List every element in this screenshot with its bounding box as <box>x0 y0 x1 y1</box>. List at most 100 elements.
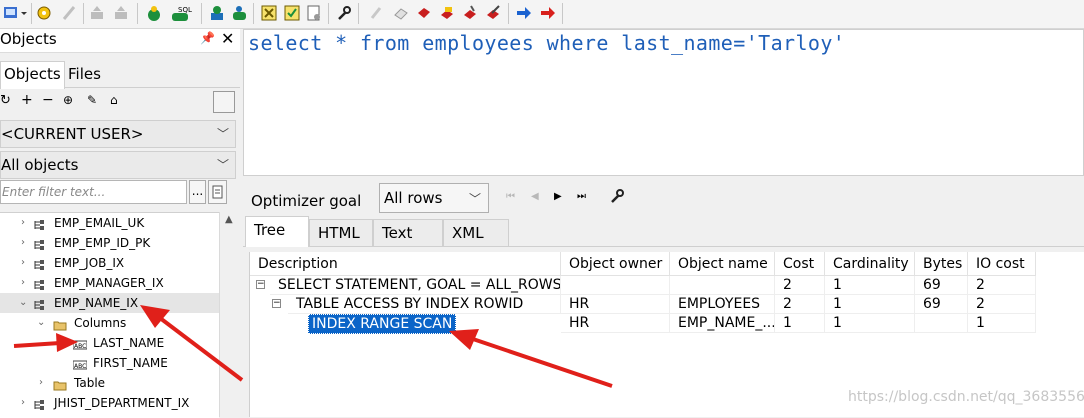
main-toolbar: SQL <box>0 0 1084 29</box>
break-icon <box>60 4 78 22</box>
row-description: INDEX RANGE SCAN <box>308 314 457 334</box>
tab-text[interactable]: Text <box>373 219 443 246</box>
tree-scrollbar[interactable]: ▲ <box>219 212 241 417</box>
arrow-right-blue-icon[interactable] <box>515 4 533 22</box>
expand-arrow-icon[interactable]: › <box>21 393 31 413</box>
pin-icon[interactable]: 📌 <box>200 31 215 45</box>
sql-token: last_name= <box>608 31 746 55</box>
refresh-icon[interactable]: ↻ <box>0 93 11 108</box>
tools-icon[interactable] <box>260 4 278 22</box>
collapse-box-icon[interactable]: − <box>272 299 281 308</box>
row-io-cost: 2 <box>968 295 1036 314</box>
collapse-box-icon[interactable]: − <box>256 280 265 289</box>
remove-icon[interactable]: − <box>42 92 54 108</box>
objects-combo[interactable]: All objects ﹀ <box>0 151 236 179</box>
tree-item[interactable]: ABC FIRST_NAME <box>0 353 219 373</box>
collapse-arrow-icon[interactable]: ⌄ <box>37 313 47 333</box>
objects-tabstrip: Objects Files <box>0 59 240 89</box>
row-bytes: 69 <box>915 295 968 314</box>
yellow-book-icon[interactable] <box>438 4 456 22</box>
pin-book-icon[interactable] <box>461 4 479 22</box>
new-window-icon[interactable] <box>145 4 163 22</box>
find-binoculars-icon[interactable]: ⊕ <box>63 93 73 107</box>
tab-html[interactable]: HTML <box>309 219 373 246</box>
row-cost: 2 <box>775 276 825 295</box>
tree-item[interactable]: › EMP_EMP_ID_PK <box>0 233 219 253</box>
document-icon[interactable] <box>305 4 323 22</box>
column-header-cardinality[interactable]: Cardinality <box>825 252 915 276</box>
ellipsis-button[interactable]: ... <box>189 180 206 204</box>
tree-item-label: JHIST_DEPARTMENT_IX <box>54 396 190 410</box>
tree-item[interactable]: › EMP_EMAIL_UK <box>0 213 219 233</box>
tree-item[interactable]: › EMP_JOB_IX <box>0 253 219 273</box>
arrow-right-red-icon[interactable] <box>539 4 557 22</box>
row-object-name <box>670 276 775 295</box>
chevron-down-icon: ﹀ <box>216 127 229 141</box>
column-header-object-owner[interactable]: Object owner <box>561 252 670 276</box>
index-icon <box>33 217 47 230</box>
filter-icon[interactable]: ⌂ <box>110 93 118 107</box>
tree-item-label: FIRST_NAME <box>93 356 168 370</box>
red-book-icon[interactable] <box>415 4 433 22</box>
tree-item[interactable]: › EMP_MANAGER_IX <box>0 273 219 293</box>
tree-item[interactable]: ⌄ Columns <box>0 313 219 333</box>
execute-gear-icon[interactable] <box>35 4 53 22</box>
column-header-cost[interactable]: Cost <box>775 252 825 276</box>
row-owner: HR <box>561 295 670 314</box>
panel-option-button[interactable] <box>213 91 235 113</box>
table-row-selected[interactable]: INDEX RANGE SCAN HR EMP_NAME_... 1 1 1 <box>250 314 1036 334</box>
table-row[interactable]: − TABLE ACCESS BY INDEX ROWID HR EMPLOYE… <box>250 295 1036 314</box>
tab-objects[interactable]: Objects <box>0 61 65 89</box>
tab-xml[interactable]: XML <box>443 219 509 246</box>
column-header-description[interactable]: Description <box>250 252 561 276</box>
plan-toolbar: Optimizer goal All rows ﹀ ⏮ ◀ ▶ ⏭ <box>243 182 1084 216</box>
next-icon[interactable]: ▶ <box>554 191 562 202</box>
column-header-io-cost[interactable]: IO cost <box>968 252 1036 276</box>
expand-arrow-icon[interactable]: › <box>21 253 31 273</box>
last-icon[interactable]: ⏭ <box>577 191 586 202</box>
collapse-arrow-icon[interactable]: ⌄ <box>19 293 29 313</box>
filter-edit-icon[interactable]: ✎ <box>87 93 97 107</box>
tree-item[interactable]: › Table <box>0 373 219 393</box>
close-icon[interactable]: ✕ <box>221 29 234 48</box>
filter-input[interactable]: Enter filter text... <box>0 180 187 204</box>
watermark-text: https://blog.csdn.net/qq_36835560 <box>848 389 1084 405</box>
sql-editor[interactable]: select * from employees where last_name=… <box>243 29 1084 176</box>
wrench-icon[interactable] <box>335 4 353 22</box>
sql-window-icon[interactable]: SQL <box>168 4 196 22</box>
command-window-icon[interactable] <box>208 4 226 22</box>
eraser-icon <box>392 4 410 22</box>
toggle-bookmark-icon <box>368 4 386 22</box>
tree-item-selected[interactable]: ⌄ EMP_NAME_IX <box>0 293 219 313</box>
table-row[interactable]: − SELECT STATEMENT, GOAL = ALL_ROWS 2 1 … <box>250 276 1036 295</box>
user-combo-value: <CURRENT USER> <box>1 125 144 143</box>
tree-item[interactable]: › JHIST_DEPARTMENT_IX <box>0 393 219 413</box>
tab-files[interactable]: Files <box>65 62 104 86</box>
expand-arrow-icon[interactable]: › <box>39 373 49 393</box>
expand-arrow-icon[interactable]: › <box>21 213 31 233</box>
filter-options-icon[interactable] <box>208 180 227 204</box>
column-header-object-name[interactable]: Object name <box>670 252 775 276</box>
add-icon[interactable]: + <box>21 92 33 108</box>
report-window-icon[interactable] <box>230 4 248 22</box>
connect-icon[interactable] <box>2 4 20 22</box>
tab-tree[interactable]: Tree <box>245 216 309 247</box>
scroll-up-icon[interactable]: ▲ <box>225 214 233 225</box>
svg-text:SQL: SQL <box>178 6 192 14</box>
objects-panel: Objects 📌 ✕ Objects Files ↻ + − ⊕ ✎ ⌂ <C… <box>0 29 241 418</box>
objects-combo-value: All objects <box>1 156 79 174</box>
tree-item[interactable]: ABC LAST_NAME <box>0 333 219 353</box>
user-combo[interactable]: <CURRENT USER> ﹀ <box>0 120 236 148</box>
expand-arrow-icon[interactable]: › <box>21 233 31 253</box>
checklist-icon[interactable] <box>283 4 301 22</box>
object-tree: › EMP_EMAIL_UK › EMP_EMP_ID_PK › EMP_JOB… <box>0 212 219 418</box>
optimizer-goal-select[interactable]: All rows ﹀ <box>379 183 489 213</box>
optimizer-goal-value: All rows <box>384 189 443 207</box>
column-header-bytes[interactable]: Bytes <box>915 252 968 276</box>
edit-book-icon[interactable] <box>484 4 502 22</box>
wrench-icon[interactable] <box>609 188 625 208</box>
row-object-name: EMPLOYEES <box>670 295 775 314</box>
expand-arrow-icon[interactable]: › <box>21 273 31 293</box>
row-owner: HR <box>561 314 670 333</box>
connect-dropdown-icon[interactable] <box>20 4 28 22</box>
